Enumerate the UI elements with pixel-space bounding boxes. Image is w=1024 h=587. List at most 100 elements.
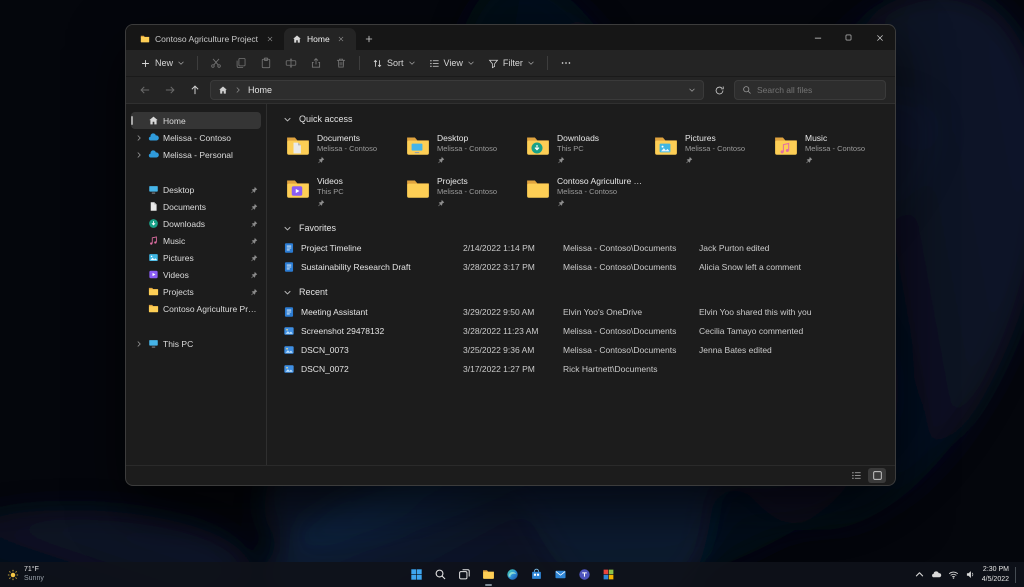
volume-icon[interactable]	[965, 569, 976, 580]
chevron-right-icon[interactable]	[134, 340, 144, 348]
details-view-button[interactable]	[847, 468, 865, 483]
sidebar-item-melissa-personal[interactable]: Melissa - Personal	[131, 146, 261, 163]
minimize-button[interactable]	[802, 25, 833, 50]
search-box[interactable]	[734, 80, 886, 100]
wifi-icon[interactable]	[948, 569, 959, 580]
quick-access-tile-projects[interactable]: Projects Melissa - Contoso	[403, 173, 519, 211]
file-row[interactable]: Project Timeline 2/14/2022 1:14 PM Melis…	[283, 238, 887, 257]
section-quick-access[interactable]: Quick access	[283, 110, 887, 128]
file-location: Melissa - Contoso\Documents	[563, 262, 699, 272]
maximize-button[interactable]	[833, 25, 864, 50]
quick-access-tile-music[interactable]: Music Melissa - Contoso	[771, 130, 887, 168]
mail-button[interactable]	[551, 565, 570, 584]
sidebar-item-melissa-contoso[interactable]: Melissa - Contoso	[131, 129, 261, 146]
search-input[interactable]	[757, 85, 878, 95]
sidebar-item-desktop[interactable]: Desktop	[131, 181, 261, 198]
system-tray: 2:30 PM 4/5/2022	[914, 565, 1018, 583]
time: 2:30 PM	[983, 566, 1009, 573]
forward-button[interactable]	[160, 80, 180, 100]
pin-icon	[557, 199, 565, 207]
quick-access-tile-desktop[interactable]: Desktop Melissa - Contoso	[403, 130, 519, 168]
file-row[interactable]: DSCN_0072 3/17/2022 1:27 PM Rick Hartnet…	[283, 359, 887, 378]
sidebar-item-documents[interactable]: Documents	[131, 198, 261, 215]
file-row[interactable]: DSCN_0073 3/25/2022 9:36 AM Melissa - Co…	[283, 340, 887, 359]
large-icons-view-button[interactable]	[868, 468, 886, 483]
start-icon	[410, 568, 423, 581]
address-bar: Home	[126, 77, 895, 104]
close-button[interactable]	[864, 25, 895, 50]
share-button[interactable]	[304, 54, 328, 72]
start-button[interactable]	[407, 565, 426, 584]
breadcrumb[interactable]: Home	[248, 85, 272, 95]
tab-close-button[interactable]	[335, 33, 348, 46]
new-tab-button[interactable]	[359, 29, 379, 49]
refresh-button[interactable]	[709, 80, 729, 100]
search-icon	[742, 85, 752, 95]
mail-icon	[554, 568, 567, 581]
tab-contoso-agriculture-project[interactable]: Contoso Agriculture Project	[132, 28, 284, 50]
tab-close-button[interactable]	[263, 33, 276, 46]
widgets-button[interactable]: 71°F Sunny	[7, 566, 44, 584]
sidebar-item-videos[interactable]: Videos	[131, 266, 261, 283]
sidebar-item-downloads[interactable]: Downloads	[131, 215, 261, 232]
filter-button[interactable]: Filter	[482, 55, 541, 72]
delete-button[interactable]	[329, 54, 353, 72]
home-icon	[148, 115, 159, 126]
copy-button[interactable]	[229, 54, 253, 72]
sidebar-item-projects[interactable]: Projects	[131, 283, 261, 300]
sort-button[interactable]: Sort	[366, 55, 422, 72]
cut-button[interactable]	[204, 54, 228, 72]
up-button[interactable]	[185, 80, 205, 100]
sidebar-item-this-pc[interactable]: This PC	[131, 335, 261, 352]
breadcrumb-bar[interactable]: Home	[210, 80, 704, 100]
music-folder-icon	[773, 133, 799, 159]
file-explorer-button[interactable]	[479, 565, 498, 584]
chevron-up-icon[interactable]	[914, 569, 925, 580]
sidebar-item-pictures[interactable]: Pictures	[131, 249, 261, 266]
pin-icon	[685, 156, 693, 164]
quick-access-tile-contoso-agriculture-project[interactable]: Contoso Agriculture Project Melissa - Co…	[523, 173, 647, 211]
quick-access-tile-documents[interactable]: Documents Melissa - Contoso	[283, 130, 399, 168]
office-button[interactable]	[599, 565, 618, 584]
quick-access-tile-pictures[interactable]: Pictures Melissa - Contoso	[651, 130, 767, 168]
sidebar-item-music[interactable]: Music	[131, 232, 261, 249]
rename-button[interactable]	[279, 54, 303, 72]
downloads-folder-icon	[525, 133, 551, 159]
task-view-button[interactable]	[455, 565, 474, 584]
file-row[interactable]: Screenshot 29478132 3/28/2022 11:23 AM M…	[283, 321, 887, 340]
chevron-down-icon	[283, 288, 292, 297]
sidebar-item-contoso-agriculture-project[interactable]: Contoso Agriculture Project	[131, 300, 261, 317]
chevron-right-icon[interactable]	[134, 151, 144, 159]
view-button[interactable]: View	[423, 55, 481, 72]
videos-folder-icon	[285, 176, 311, 202]
pin-icon	[805, 156, 813, 164]
show-desktop-button[interactable]	[1015, 567, 1018, 583]
quick-access-tile-downloads[interactable]: Downloads This PC	[523, 130, 647, 168]
new-button[interactable]: New	[134, 55, 191, 72]
taskbar-search-button[interactable]	[431, 565, 450, 584]
section-favorites[interactable]: Favorites	[283, 219, 887, 237]
sidebar-item-home[interactable]: Home	[131, 112, 261, 129]
tab-home[interactable]: Home	[284, 28, 356, 50]
pin-icon	[317, 199, 325, 207]
chevron-right-icon[interactable]	[134, 134, 144, 142]
delete-icon	[335, 57, 347, 69]
paste-button[interactable]	[254, 54, 278, 72]
onedrive-tray-icon[interactable]	[931, 569, 942, 580]
teams-button[interactable]	[575, 565, 594, 584]
more-button[interactable]	[554, 54, 578, 72]
teams-icon	[578, 568, 591, 581]
filter-icon	[488, 58, 499, 69]
cut-icon	[210, 57, 222, 69]
back-button[interactable]	[135, 80, 155, 100]
documents-icon	[148, 201, 159, 212]
quick-access-tile-videos[interactable]: Videos This PC	[283, 173, 399, 211]
section-recent[interactable]: Recent	[283, 283, 887, 301]
file-row[interactable]: Meeting Assistant 3/29/2022 9:50 AM Elvi…	[283, 302, 887, 321]
file-row[interactable]: Sustainability Research Draft 3/28/2022 …	[283, 257, 887, 276]
clock[interactable]: 2:30 PM 4/5/2022	[982, 565, 1009, 583]
view-label: View	[444, 58, 463, 68]
chevron-down-icon[interactable]	[688, 86, 696, 94]
store-button[interactable]	[527, 565, 546, 584]
edge-button[interactable]	[503, 565, 522, 584]
